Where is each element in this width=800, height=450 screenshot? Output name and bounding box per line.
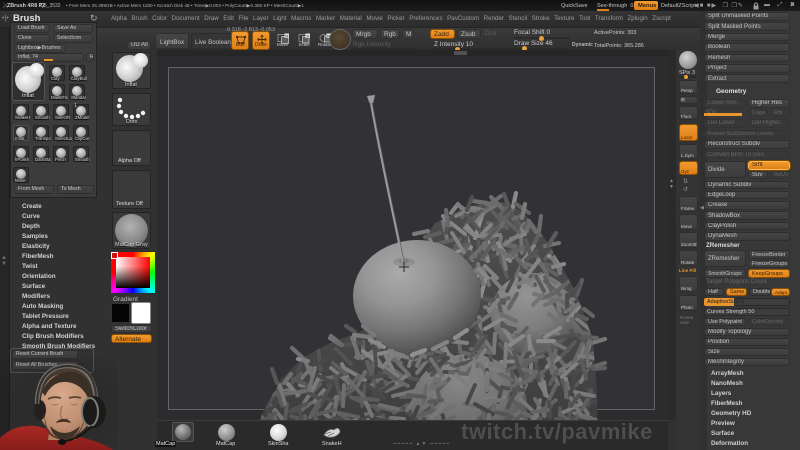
svg-text:M: M bbox=[285, 34, 288, 38]
